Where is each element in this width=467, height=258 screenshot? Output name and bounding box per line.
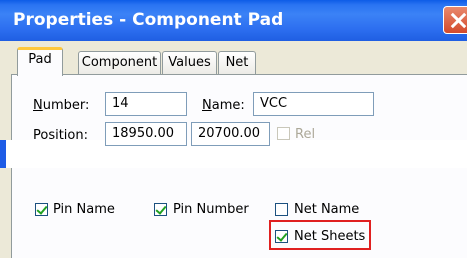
pin-name-checkbox[interactable]: [35, 203, 48, 216]
tab-strip-divider: [11, 74, 467, 75]
number-label: Number:: [33, 98, 90, 113]
name-field[interactable]: VCC: [253, 92, 374, 116]
close-button[interactable]: [443, 6, 467, 34]
rel-label: Rel: [295, 127, 316, 142]
tab-net[interactable]: Net: [218, 51, 256, 74]
position-y-field[interactable]: 20700.00: [191, 122, 270, 146]
tab-values[interactable]: Values: [162, 51, 217, 74]
net-name-label: Net Name: [294, 202, 360, 217]
rel-checkbox: [277, 127, 290, 140]
net-name-checkbox[interactable]: [275, 203, 288, 216]
pin-number-label: Pin Number: [173, 202, 249, 217]
number-field[interactable]: 14: [105, 92, 187, 116]
tab-component[interactable]: Component: [78, 51, 161, 74]
window-title: Properties - Component Pad: [13, 10, 284, 30]
pin-name-label: Pin Name: [53, 202, 115, 217]
tab-pad[interactable]: Pad: [17, 47, 63, 76]
name-label: Name:: [202, 98, 245, 113]
position-label: Position:: [33, 128, 88, 143]
number-label-rest: umber:: [42, 98, 90, 113]
pin-number-checkbox[interactable]: [154, 203, 167, 216]
net-sheets-highlight: [269, 220, 371, 250]
position-x-field[interactable]: 18950.00: [105, 122, 187, 146]
